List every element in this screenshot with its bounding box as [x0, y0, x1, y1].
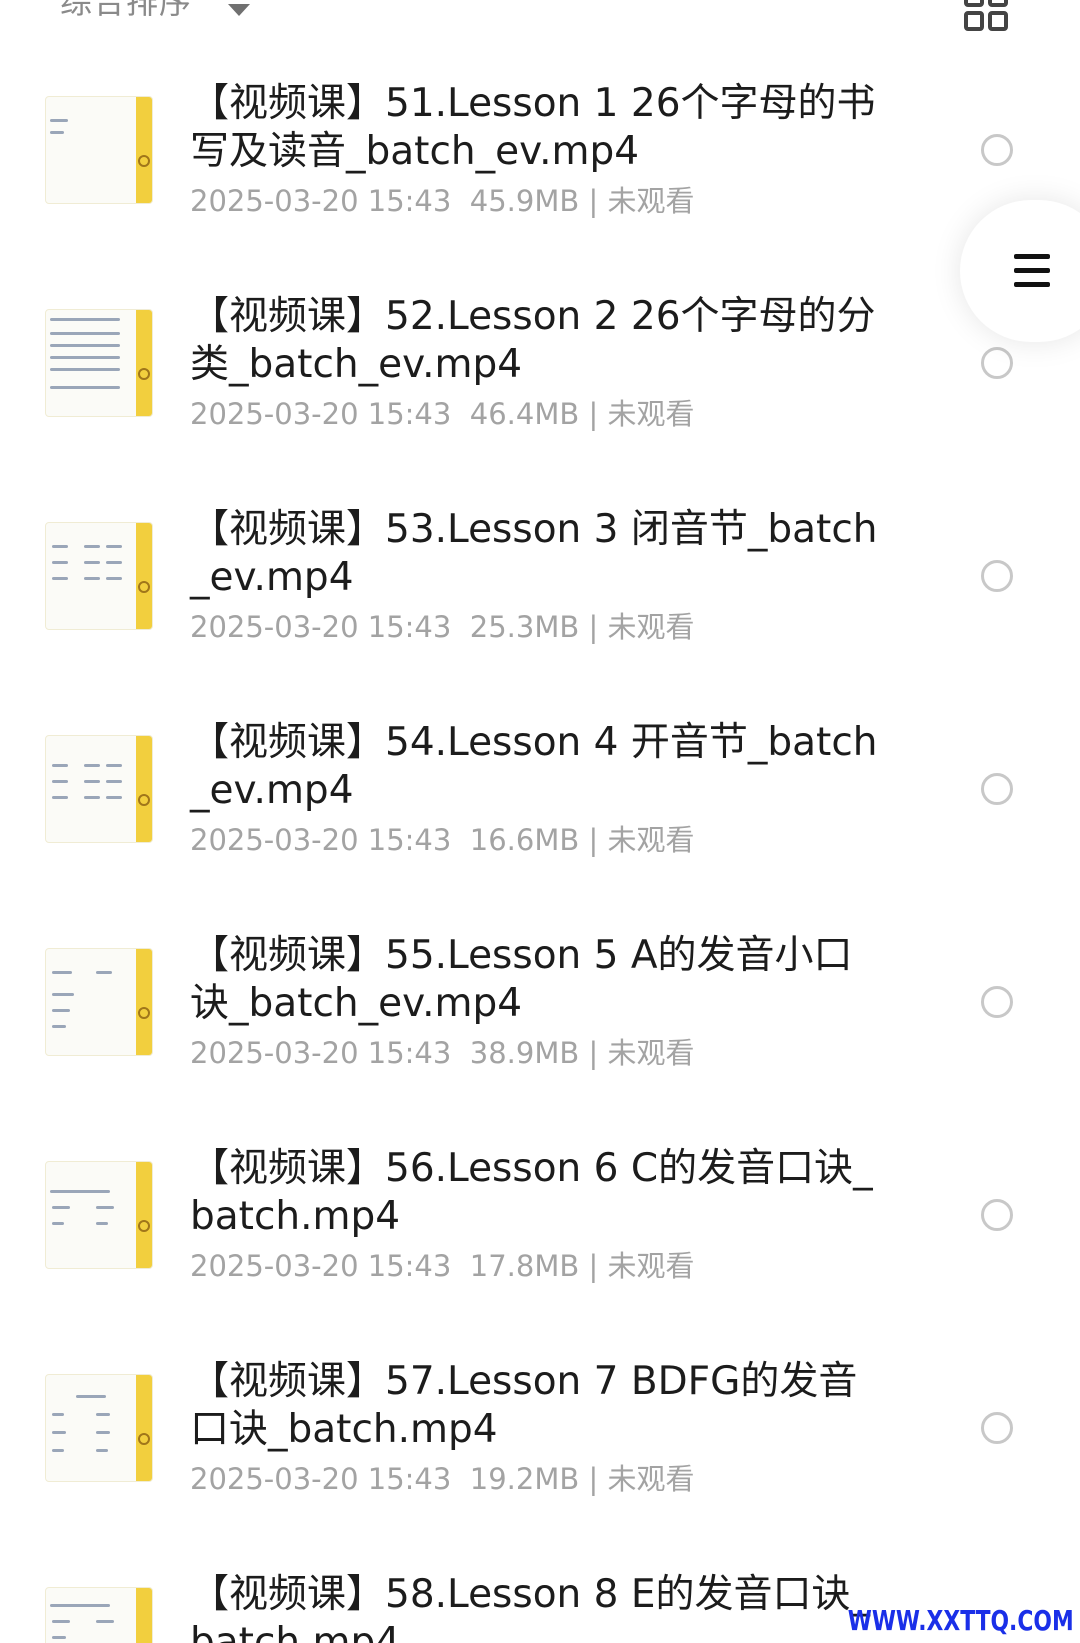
video-thumbnail — [45, 522, 153, 630]
hamburger-menu-icon-bar — [1014, 268, 1050, 273]
select-radio[interactable] — [981, 347, 1013, 379]
watermark: WWW.XXTTQ.COM — [848, 1604, 1074, 1637]
hamburger-menu-icon-bar — [1014, 282, 1050, 287]
file-title: 【视频课】57.Lesson 7 BDFG的发音口诀_batch.mp4 — [190, 1359, 858, 1452]
video-thumbnail — [45, 948, 153, 1056]
list-item[interactable]: 【视频课】54.Lesson 4 开音节_batch_ev.mp4 2025-03… — [0, 639, 1080, 857]
file-list-page: 综合排序 【视频课】51.Lesson 1 26个字母的书写及读音_batch_… — [0, 0, 1080, 1643]
select-radio[interactable] — [981, 1412, 1013, 1444]
select-radio[interactable] — [981, 773, 1013, 805]
list-item[interactable]: 【视频课】56.Lesson 6 C的发音口诀_batch.mp4 2025-03… — [0, 1065, 1080, 1283]
file-title: 【视频课】51.Lesson 1 26个字母的书写及读音_batch_ev.mp… — [190, 81, 876, 174]
file-title: 【视频课】52.Lesson 2 26个字母的分类_batch_ev.mp4 — [190, 294, 876, 387]
list-item[interactable]: 【视频课】52.Lesson 2 26个字母的分类_batch_ev.mp4 20… — [0, 213, 1080, 431]
hamburger-menu-icon — [1014, 254, 1050, 259]
file-title: 【视频课】55.Lesson 5 A的发音小口诀_batch_ev.mp4 — [190, 933, 853, 1026]
video-thumbnail — [45, 1161, 153, 1269]
file-title: 【视频课】53.Lesson 3 闭音节_batch_ev.mp4 — [190, 507, 878, 600]
select-radio[interactable] — [981, 560, 1013, 592]
file-title: 【视频课】56.Lesson 6 C的发音口诀_batch.mp4 — [190, 1146, 873, 1239]
file-title: 【视频课】54.Lesson 4 开音节_batch_ev.mp4 — [190, 720, 878, 813]
file-title: 【视频课】58.Lesson 8 E的发音口诀_batch.mp4 — [190, 1572, 871, 1643]
list-item[interactable]: 【视频课】55.Lesson 5 A的发音小口诀_batch_ev.mp4 202… — [0, 852, 1080, 1070]
video-thumbnail — [45, 1374, 153, 1482]
video-thumbnail — [45, 309, 153, 417]
select-radio[interactable] — [981, 986, 1013, 1018]
list-item[interactable]: 【视频课】51.Lesson 1 26个字母的书写及读音_batch_ev.mp… — [0, 0, 1080, 218]
list-item[interactable]: 【视频课】57.Lesson 7 BDFG的发音口诀_batch.mp4 2025… — [0, 1278, 1080, 1496]
video-thumbnail — [45, 735, 153, 843]
select-radio[interactable] — [981, 1199, 1013, 1231]
select-radio[interactable] — [981, 134, 1013, 166]
list-item[interactable]: 【视频课】53.Lesson 3 闭音节_batch_ev.mp4 2025-03… — [0, 426, 1080, 644]
video-thumbnail — [45, 96, 153, 204]
video-thumbnail — [45, 1587, 153, 1643]
